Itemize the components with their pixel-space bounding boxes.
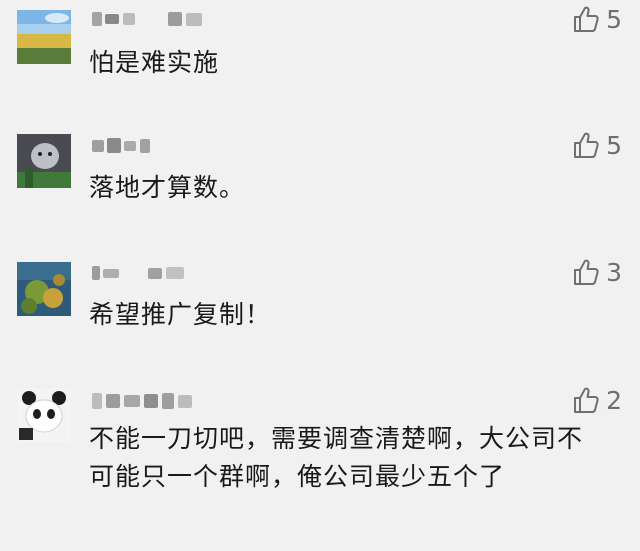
landscape-avatar-icon bbox=[17, 10, 71, 64]
blurred-username-icon bbox=[92, 12, 202, 26]
thumbs-up-icon bbox=[574, 259, 599, 285]
thumbs-up-icon bbox=[574, 132, 599, 158]
comment-text: 希望推广复制！ bbox=[89, 300, 272, 329]
comment-text: 怕是难实施 bbox=[89, 48, 220, 77]
like-count: 5 bbox=[606, 130, 622, 160]
user-avatar[interactable] bbox=[17, 134, 71, 188]
blurred-username-icon bbox=[92, 393, 192, 409]
like-button[interactable]: 5 bbox=[572, 128, 622, 162]
cat-avatar-icon bbox=[17, 134, 71, 188]
thumbs-up-icon bbox=[574, 6, 599, 32]
blurred-username-icon bbox=[92, 266, 184, 280]
blurred-username-icon bbox=[92, 138, 150, 153]
username-blurred[interactable] bbox=[90, 262, 220, 284]
panda-avatar-icon bbox=[17, 388, 71, 442]
like-button[interactable]: 2 bbox=[572, 383, 622, 417]
like-button[interactable]: 5 bbox=[572, 2, 622, 36]
like-count: 5 bbox=[606, 4, 622, 34]
username-blurred[interactable] bbox=[90, 135, 220, 157]
username-blurred[interactable] bbox=[90, 390, 220, 412]
like-count: 3 bbox=[606, 257, 622, 287]
user-avatar[interactable] bbox=[17, 262, 71, 316]
comment-text: 落地才算数。 bbox=[89, 173, 246, 202]
garden-avatar-icon bbox=[17, 262, 71, 316]
comment-text: 不能一刀切吧，需要调查清楚啊，大公司不可能只一个群啊，俺公司最少五个了 bbox=[89, 424, 584, 491]
like-count: 2 bbox=[606, 385, 622, 415]
like-button[interactable]: 3 bbox=[572, 255, 622, 289]
user-avatar[interactable] bbox=[17, 10, 71, 64]
user-avatar[interactable] bbox=[17, 388, 71, 442]
comment-list: 5 怕是难实施 5 落地才算数。 3 希望推广复制！ 2 不能一刀切吧，需要调查… bbox=[0, 0, 640, 551]
username-blurred[interactable] bbox=[90, 8, 220, 30]
thumbs-up-icon bbox=[574, 387, 599, 413]
